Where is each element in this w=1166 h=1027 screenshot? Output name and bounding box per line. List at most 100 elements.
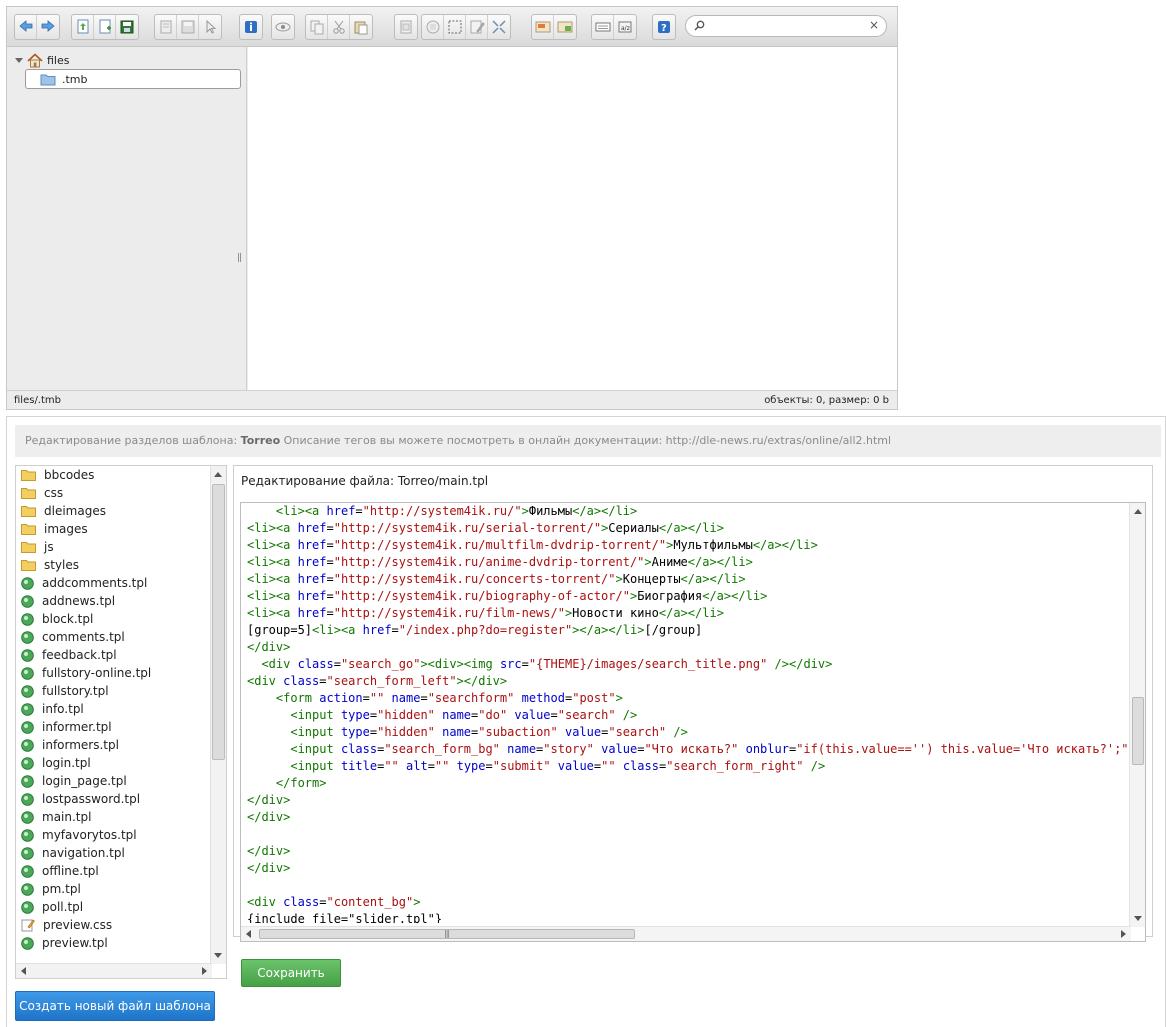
list-item[interactable]: login_page.tpl: [16, 772, 212, 790]
svg-text:a/z: a/z: [621, 25, 630, 32]
create-template-file-button[interactable]: Создать новый файл шаблона: [15, 991, 215, 1021]
list-item[interactable]: styles: [16, 556, 212, 574]
list-item[interactable]: pm.tpl: [16, 880, 212, 898]
list-view-button[interactable]: [592, 15, 614, 39]
list-item[interactable]: poll.tpl: [16, 898, 212, 916]
scroll-down-icon[interactable]: [214, 953, 222, 958]
tree-root-files[interactable]: files: [15, 51, 69, 69]
list-item[interactable]: navigation.tpl: [16, 844, 212, 862]
sort-icon: a/z: [618, 21, 632, 33]
select-all-icon: [448, 20, 461, 34]
tree-item-tmb[interactable]: .tmb: [25, 69, 241, 89]
home-icon: [27, 52, 43, 67]
help-button[interactable]: ?: [653, 15, 675, 39]
scroll-thumb[interactable]: [1132, 697, 1144, 765]
archive-button[interactable]: [554, 15, 576, 39]
select-all-button[interactable]: [444, 15, 466, 39]
file-list-vertical-scrollbar[interactable]: [210, 466, 226, 964]
edit-button[interactable]: [466, 15, 488, 39]
code-text[interactable]: <li><a href="http://system4ik.ru/">Фильм…: [247, 503, 1127, 923]
code-editor[interactable]: <li><a href="http://system4ik.ru/">Фильм…: [240, 502, 1146, 942]
scroll-thumb[interactable]: |||: [259, 929, 635, 939]
file-name: css: [44, 486, 64, 500]
forward-button[interactable]: [37, 15, 59, 39]
code-vertical-scrollbar[interactable]: [1129, 503, 1145, 927]
list-item[interactable]: dleimages: [16, 502, 212, 520]
list-item[interactable]: block.tpl: [16, 610, 212, 628]
scroll-right-icon[interactable]: [1121, 930, 1126, 938]
folder-icon: [21, 524, 36, 535]
back-button[interactable]: [15, 15, 37, 39]
copy-button[interactable]: [306, 15, 328, 39]
list-item[interactable]: addcomments.tpl: [16, 574, 212, 592]
new-file-button[interactable]: [94, 15, 116, 39]
duplicate-icon: [400, 20, 412, 34]
scroll-up-icon[interactable]: [1134, 509, 1142, 514]
extract-button[interactable]: [532, 15, 554, 39]
panel-splitter[interactable]: ||: [237, 253, 242, 263]
list-item[interactable]: offline.tpl: [16, 862, 212, 880]
duplicate-button[interactable]: [395, 15, 417, 39]
list-item[interactable]: addnews.tpl: [16, 592, 212, 610]
list-item[interactable]: fullstory-online.tpl: [16, 664, 212, 682]
scroll-down-icon[interactable]: [1134, 916, 1142, 921]
code-line: </div>: [247, 793, 291, 807]
list-item[interactable]: js: [16, 538, 212, 556]
template-file-icon: [21, 738, 34, 752]
list-item[interactable]: images: [16, 520, 212, 538]
list-item[interactable]: preview.tpl: [16, 934, 212, 952]
info-button[interactable]: [240, 15, 262, 39]
search-box[interactable]: ×: [685, 15, 887, 37]
code-line: </form>: [275, 776, 327, 790]
list-item[interactable]: informers.tpl: [16, 736, 212, 754]
template-file-icon: [21, 774, 34, 788]
list-item[interactable]: main.tpl: [16, 808, 212, 826]
select-button[interactable]: [199, 15, 221, 39]
list-item[interactable]: feedback.tpl: [16, 646, 212, 664]
sort-button[interactable]: a/z: [614, 15, 636, 39]
search-input[interactable]: [708, 18, 868, 34]
expand-arrow-icon[interactable]: [15, 57, 23, 63]
resize-button[interactable]: [488, 15, 510, 39]
open-button[interactable]: [155, 15, 177, 39]
list-item[interactable]: lostpassword.tpl: [16, 790, 212, 808]
scroll-thumb[interactable]: [212, 484, 225, 760]
paste-button[interactable]: [350, 15, 372, 39]
template-file-icon: [21, 828, 34, 842]
template-file-icon: [21, 684, 34, 698]
cut-button[interactable]: [328, 15, 350, 39]
file-name: block.tpl: [42, 612, 94, 626]
file-name: poll.tpl: [42, 900, 84, 914]
list-item[interactable]: preview.css: [16, 916, 212, 934]
clear-search-icon[interactable]: ×: [869, 18, 879, 32]
list-item[interactable]: bbcodes: [16, 466, 212, 484]
list-item[interactable]: login.tpl: [16, 754, 212, 772]
file-name: informer.tpl: [42, 720, 112, 734]
rename-button[interactable]: [422, 15, 444, 39]
list-item[interactable]: informer.tpl: [16, 718, 212, 736]
download-button[interactable]: [177, 15, 199, 39]
list-item[interactable]: info.tpl: [16, 700, 212, 718]
file-name: preview.css: [43, 918, 113, 932]
toolbar-group: [14, 14, 60, 40]
scroll-left-icon[interactable]: [246, 930, 251, 938]
save-button[interactable]: Сохранить: [241, 959, 341, 987]
save-button[interactable]: [116, 15, 138, 39]
template-file-icon: [21, 864, 34, 878]
file-list-area[interactable]: [248, 47, 897, 391]
code-line: </div>: [247, 844, 291, 858]
preview-button[interactable]: [272, 15, 294, 39]
scroll-left-icon[interactable]: [21, 967, 26, 975]
list-item[interactable]: comments.tpl: [16, 628, 212, 646]
template-file-icon: [21, 846, 34, 860]
list-item[interactable]: css: [16, 484, 212, 502]
scroll-up-icon[interactable]: [214, 472, 222, 477]
scroll-right-icon[interactable]: [202, 967, 207, 975]
code-line: [group=5]<li><a href="/index.php?do=regi…: [247, 623, 703, 637]
file-list-horizontal-scrollbar[interactable]: [16, 963, 212, 978]
code-horizontal-scrollbar[interactable]: |||: [241, 926, 1131, 941]
list-item[interactable]: myfavorytos.tpl: [16, 826, 212, 844]
upload-button[interactable]: [72, 15, 94, 39]
list-view-icon: [595, 22, 610, 32]
list-item[interactable]: fullstory.tpl: [16, 682, 212, 700]
